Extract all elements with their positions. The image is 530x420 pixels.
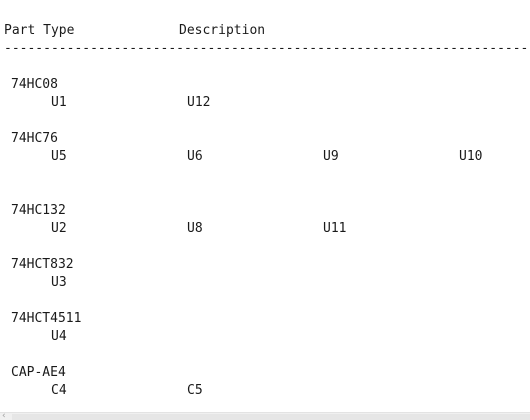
reference-designator: U4 xyxy=(51,329,67,344)
reference-designator: U3 xyxy=(51,275,67,290)
reference-designator: U6 xyxy=(187,149,203,164)
reference-designator: C4 xyxy=(51,383,67,398)
reference-designator: U5 xyxy=(51,149,67,164)
reference-designator: U1 xyxy=(51,95,67,110)
reference-designator: U2 xyxy=(51,221,67,236)
part-type: 74HCT4511 xyxy=(11,311,82,326)
part-type: 74HC132 xyxy=(11,203,66,218)
reference-designator: C5 xyxy=(187,383,203,398)
column-header-part-type: Part Type xyxy=(4,23,75,38)
reference-designator: U12 xyxy=(187,95,211,110)
reference-designator: U10 xyxy=(459,149,483,164)
chevron-left-icon[interactable]: ‹ xyxy=(2,412,6,420)
scrollbar-thumb[interactable] xyxy=(12,414,530,420)
header-divider: ----------------------------------------… xyxy=(4,41,530,56)
horizontal-scrollbar[interactable]: ‹ xyxy=(0,412,530,420)
part-type: 74HC76 xyxy=(11,131,58,146)
column-header-description: Description xyxy=(179,23,266,38)
reference-designator: U9 xyxy=(323,149,339,164)
part-type: 74HCT832 xyxy=(11,257,74,272)
reference-designator: U8 xyxy=(187,221,203,236)
reference-designator: U11 xyxy=(323,221,347,236)
part-type: 74HC08 xyxy=(11,77,58,92)
part-type: CAP-AE4 xyxy=(11,365,66,380)
report-view: Part Type Description ------------------… xyxy=(0,0,530,412)
